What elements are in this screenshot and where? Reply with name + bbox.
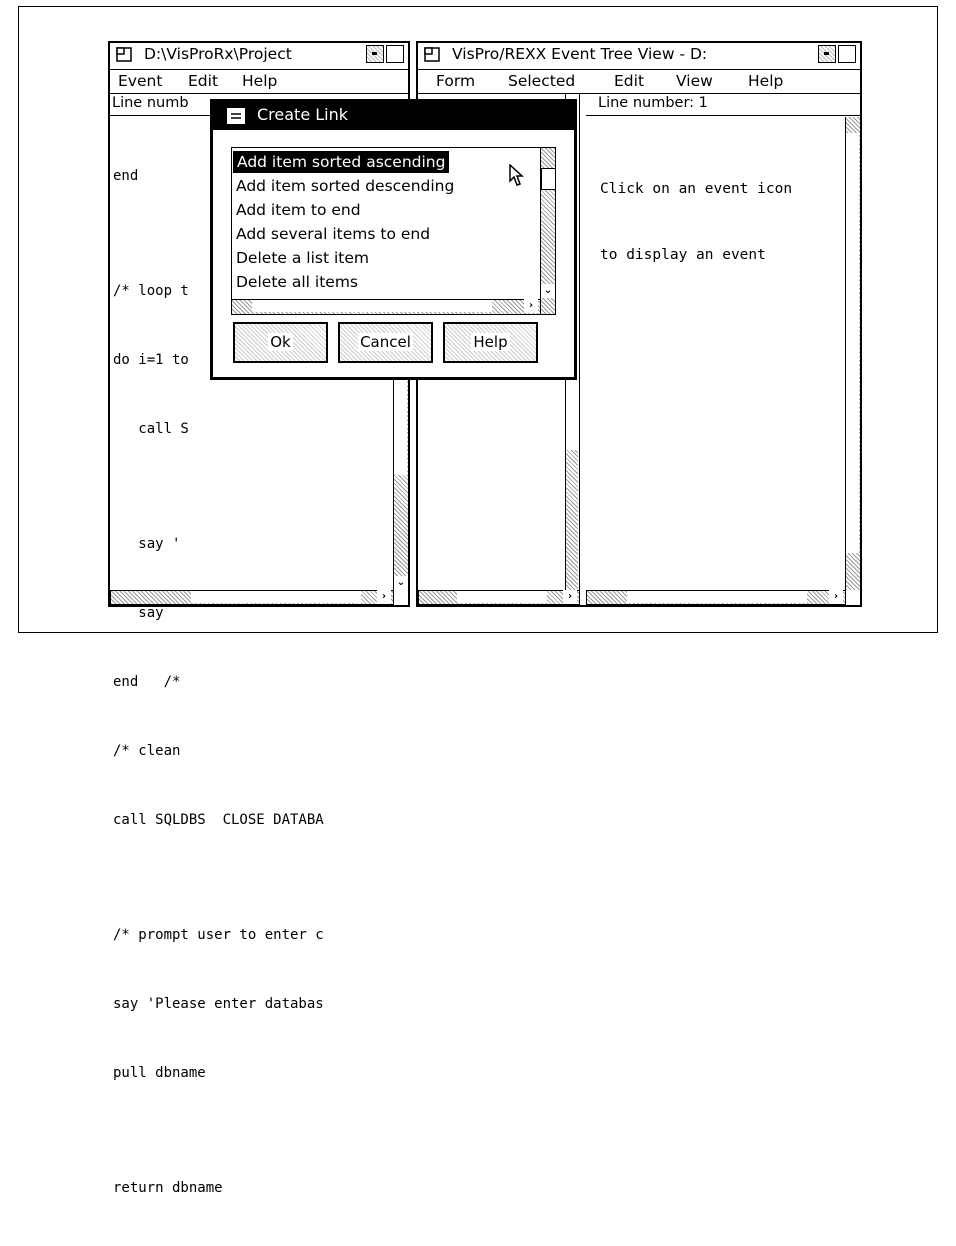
menu-help[interactable]: Help <box>242 72 277 90</box>
line-number-bar: Line number: 1 <box>586 94 860 116</box>
create-link-dialog: Create Link Add item sorted ascending Ad… <box>210 99 577 380</box>
minimize-button[interactable] <box>818 45 836 63</box>
message-line: to display an event <box>600 247 766 263</box>
scroll-track <box>566 450 578 590</box>
project-horizontal-scrollbar[interactable]: › <box>110 590 394 605</box>
cancel-label: Cancel <box>358 333 413 351</box>
menu-view[interactable]: View <box>676 72 713 90</box>
listbox-horizontal-scrollbar[interactable]: › <box>232 299 541 314</box>
list-item[interactable]: Delete a list item <box>236 247 369 269</box>
scroll-down-icon[interactable]: ⌄ <box>394 576 408 590</box>
minimize-icon <box>372 52 377 55</box>
scroll-thumb[interactable] <box>846 133 859 553</box>
menu-form[interactable]: Form <box>436 72 475 90</box>
project-title: D:\VisProRx\Project <box>144 45 292 63</box>
scroll-right-icon[interactable]: › <box>377 590 391 604</box>
code-line: /* prompt user to enter c <box>113 927 324 943</box>
scroll-thumb[interactable] <box>627 591 807 603</box>
code-line: return dbname <box>113 1180 223 1196</box>
minimize-button[interactable] <box>366 45 384 63</box>
code-line: say 'Please enter databas <box>113 996 324 1012</box>
code-line: pull dbname <box>113 1065 206 1081</box>
code-line: say ' <box>113 536 181 552</box>
minimize-icon <box>824 52 829 55</box>
scroll-thumb[interactable] <box>252 300 492 312</box>
scroll-down-icon[interactable]: ⌄ <box>541 284 555 298</box>
maximize-button[interactable] <box>386 45 404 63</box>
menu-event[interactable]: Event <box>118 72 162 90</box>
window-controls <box>818 45 858 65</box>
code-line: call SQLDBS CLOSE DATABA <box>113 812 324 828</box>
code-line: say <box>113 605 164 621</box>
event-tree-titlebar[interactable]: VisPro/REXX Event Tree View - D: <box>418 43 860 70</box>
scroll-right-icon[interactable]: › <box>829 590 843 604</box>
menu-selected[interactable]: Selected <box>508 72 575 90</box>
maximize-button[interactable] <box>838 45 856 63</box>
mouse-pointer-icon <box>509 164 524 186</box>
ok-label: Ok <box>268 333 293 351</box>
menu-edit[interactable]: Edit <box>188 72 218 90</box>
menu-help[interactable]: Help <box>748 72 783 90</box>
event-message: Click on an event icon to display an eve… <box>600 134 792 310</box>
event-vertical-scrollbar[interactable] <box>845 117 860 590</box>
cancel-button[interactable]: Cancel <box>338 322 433 363</box>
event-tree-menubar: Form Selected Edit View Help <box>418 71 860 94</box>
help-label: Help <box>471 333 510 351</box>
list-item[interactable]: Delete all items <box>236 271 358 293</box>
dialog-title: Create Link <box>257 105 349 124</box>
scroll-right-icon[interactable]: › <box>563 590 577 604</box>
window-controls <box>366 45 406 65</box>
event-horizontal-scrollbar[interactable]: › <box>586 590 846 605</box>
line-number-label: Line numb <box>112 95 189 111</box>
code-line: /* clean <box>113 743 181 759</box>
menu-edit[interactable]: Edit <box>614 72 644 90</box>
ok-button[interactable]: Ok <box>233 322 328 363</box>
scroll-thumb[interactable] <box>191 591 361 603</box>
system-menu-icon[interactable] <box>227 108 245 124</box>
link-action-listbox[interactable]: Add item sorted ascending Add item sorte… <box>231 147 556 315</box>
system-menu-icon[interactable] <box>116 47 132 62</box>
event-tree-title: VisPro/REXX Event Tree View - D: <box>452 45 708 63</box>
list-item[interactable]: Add item sorted descending <box>236 175 454 197</box>
line-number-label: Line number: 1 <box>598 95 708 111</box>
list-item[interactable]: Add several items to end <box>236 223 430 245</box>
code-line: call S <box>113 421 189 437</box>
scroll-right-icon[interactable]: › <box>524 299 538 313</box>
list-item[interactable]: Add item sorted ascending <box>233 151 450 173</box>
message-line: Click on an event icon <box>600 181 793 197</box>
code-line: end /* <box>113 674 181 690</box>
list-item[interactable]: Add item to end <box>236 199 361 221</box>
scroll-thumb[interactable] <box>541 168 556 190</box>
tree-horizontal-scrollbar[interactable]: › <box>418 590 580 605</box>
project-titlebar[interactable]: D:\VisProRx\Project <box>110 43 408 70</box>
listbox-vertical-scrollbar[interactable]: ⌄ <box>540 148 556 314</box>
dialog-titlebar[interactable]: Create Link <box>213 102 574 130</box>
project-menubar: Event Edit Help <box>110 71 408 94</box>
help-button[interactable]: Help <box>443 322 538 363</box>
scroll-thumb[interactable] <box>457 591 547 603</box>
system-menu-icon[interactable] <box>424 47 440 62</box>
